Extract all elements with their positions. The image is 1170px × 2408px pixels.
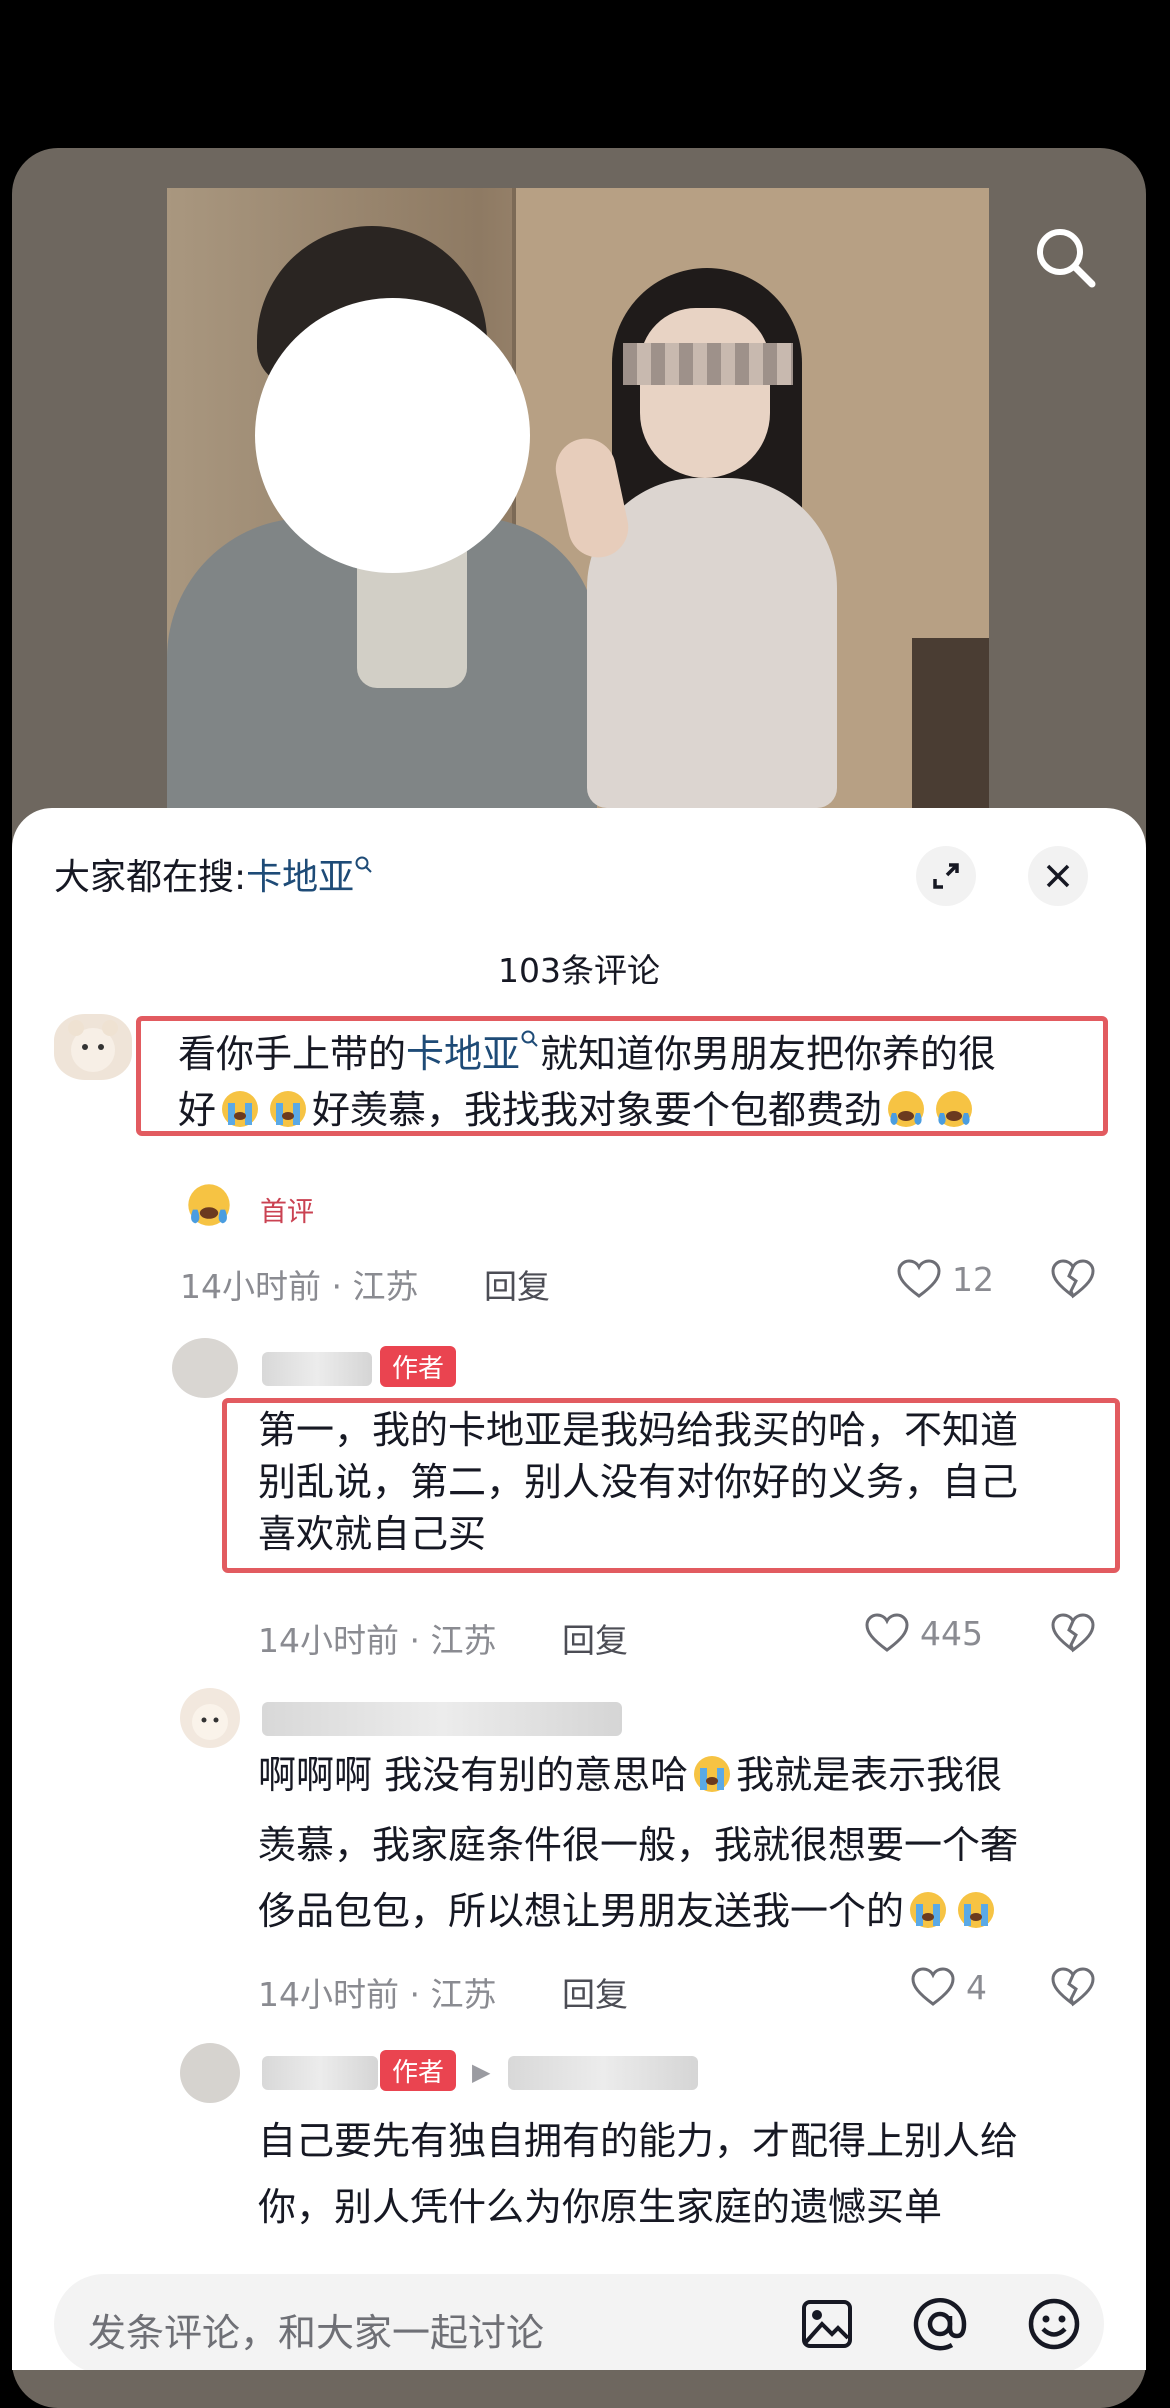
comment-link[interactable]: 卡地亚: [406, 1032, 520, 1076]
hot-search-keyword[interactable]: 卡地亚: [246, 857, 354, 898]
username-blurred: [262, 2056, 378, 2090]
heart-icon: [865, 1613, 909, 1652]
comment-input[interactable]: 发条评论，和大家一起讨论: [88, 2302, 544, 2357]
comment-count: 103条评论: [498, 951, 660, 990]
like-button[interactable]: 12: [896, 1258, 994, 1300]
reply-button[interactable]: 回复: [484, 1260, 550, 1308]
image-icon[interactable]: [800, 2298, 854, 2354]
like-button[interactable]: 445: [864, 1612, 983, 1654]
comment-text: 看你手上带的卡地亚 就知道你男朋友把你养的很 好 好羡慕，我找我对象要个包都费劲: [178, 1026, 1098, 1138]
username-blurred: [262, 1702, 622, 1736]
mini-search-icon: [355, 856, 372, 873]
emoji-icon[interactable]: [1026, 2296, 1082, 2356]
face-cover: [255, 298, 530, 573]
avatar[interactable]: [180, 2043, 240, 2103]
heart-icon: [897, 1259, 941, 1298]
crying-emoji: [222, 1091, 259, 1127]
broken-heart-icon[interactable]: [1050, 1258, 1096, 1304]
search-icon[interactable]: [1030, 222, 1100, 292]
photo-table: [912, 638, 989, 808]
comment-meta: 14小时前 · 江苏: [180, 1267, 419, 1306]
hot-search-prefix: 大家都在搜:: [54, 857, 247, 898]
expand-icon[interactable]: [916, 846, 976, 906]
reply-button[interactable]: 回复: [562, 1614, 628, 1662]
photo-woman-face: [640, 308, 770, 478]
comment-line: 羡慕，我家庭条件很一般，我就很想要一个奢: [258, 1823, 1019, 1867]
reply-arrow-icon: ▶: [472, 2058, 491, 2086]
comment-text-part: 啊啊啊 我没有别的意思哈: [258, 1753, 689, 1797]
comment-input-bar[interactable]: 发条评论，和大家一起讨论: [54, 2274, 1104, 2370]
reaction-emoji: [182, 1182, 236, 1232]
post-photo[interactable]: [167, 188, 989, 808]
reply-button[interactable]: 回复: [562, 1968, 628, 2016]
author-tag: 作者: [380, 1346, 457, 1387]
comment-meta: 14小时前 · 江苏: [258, 1975, 497, 2014]
comment-text-part: 好: [178, 1088, 217, 1132]
comment-line-3: 侈品包包，所以想让男朋友送我一个的: [258, 1888, 1118, 1934]
like-button[interactable]: 4: [910, 1966, 987, 2008]
close-icon[interactable]: [1028, 846, 1088, 906]
comment-text-part: 就知道你男朋友把你养的很: [540, 1032, 997, 1076]
comment-text-part: 好羡慕，我找我对象要个包都费劲: [312, 1088, 883, 1132]
crying-emoji: [910, 1892, 947, 1928]
comment-text: 第一，我的卡地亚是我妈给我买的哈，不知道 别乱说，第二，别人没有对你好的义务，自…: [258, 1404, 1118, 1560]
comment-sheet: 大家都在搜:卡地亚 103条评论 看你手上带的卡地亚 就知道你男朋友把你养的很 好…: [12, 808, 1146, 2370]
comment-line: 你，别人凭什么为你原生家庭的遗憾买单: [258, 2185, 943, 2229]
like-count: 4: [966, 1967, 987, 2007]
like-count: 445: [920, 1613, 983, 1653]
mini-search-icon: [521, 1030, 538, 1047]
first-comment-badge: 首评: [260, 1197, 314, 1228]
comment-line: 别乱说，第二，别人没有对你好的义务，自己: [258, 1460, 1019, 1504]
crying-emoji: [270, 1091, 307, 1127]
comment-line: 喜欢就自己买: [258, 1512, 487, 1556]
heart-icon: [911, 1967, 955, 2006]
tearful-emoji: [936, 1091, 973, 1127]
avatar[interactable]: [180, 1688, 240, 1748]
comment-text: 自己要先有独自拥有的能力，才配得上别人给 你，别人凭什么为你原生家庭的遗憾买单: [258, 2108, 1118, 2240]
comment-text-part: 看你手上带的: [178, 1032, 407, 1076]
comment-line: 自己要先有独自拥有的能力，才配得上别人给: [258, 2119, 1019, 2163]
avatar[interactable]: [172, 1338, 238, 1398]
tearful-emoji: [888, 1091, 925, 1127]
comment-text-part: 我就是表示我很: [736, 1753, 1003, 1797]
broken-heart-icon[interactable]: [1050, 1966, 1096, 2012]
avatar[interactable]: [54, 1014, 132, 1080]
hot-search[interactable]: 大家都在搜:卡地亚: [54, 848, 374, 900]
like-count: 12: [952, 1259, 994, 1299]
comment-line: 第一，我的卡地亚是我妈给我买的哈，不知道: [258, 1408, 1019, 1452]
broken-heart-icon[interactable]: [1050, 1612, 1096, 1658]
comment-text-part: 侈品包包，所以想让男朋友送我一个的: [258, 1889, 905, 1933]
username-blurred: [508, 2056, 698, 2090]
crying-emoji: [694, 1756, 731, 1792]
comment-meta: 14小时前 · 江苏: [258, 1621, 497, 1660]
at-icon[interactable]: [912, 2296, 968, 2356]
username-blurred: [262, 1352, 372, 1386]
author-tag: 作者: [380, 2050, 457, 2091]
crying-emoji: [958, 1892, 995, 1928]
eyes-mosaic: [623, 343, 793, 385]
